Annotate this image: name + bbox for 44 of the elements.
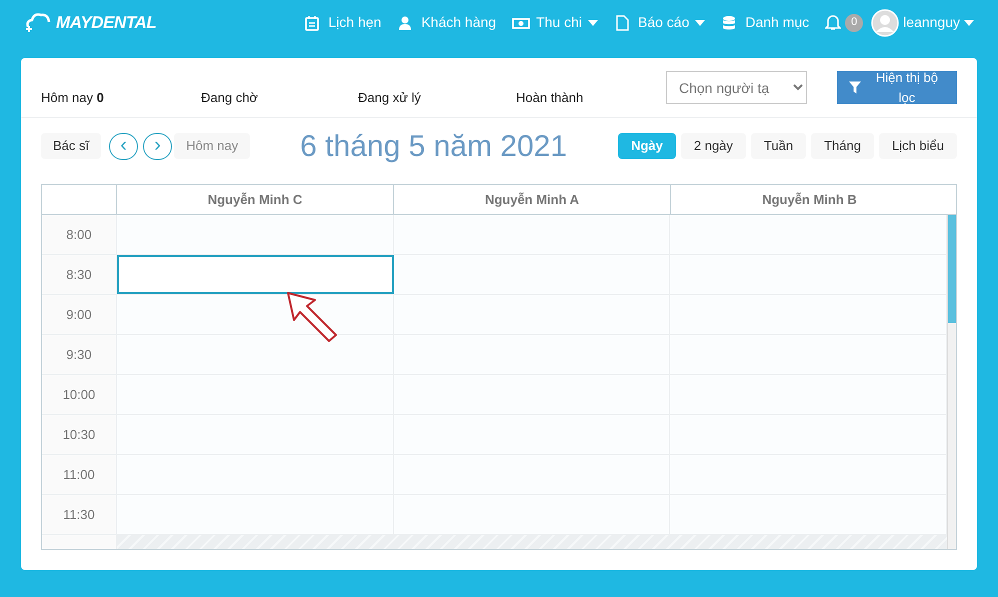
filter-icon: [848, 81, 861, 94]
pointer-arrow-icon: [285, 291, 339, 343]
nav-link[interactable]: Thu chi: [512, 12, 598, 33]
time-label: 8:30: [42, 255, 117, 294]
caret-icon: [964, 20, 974, 26]
nav-link[interactable]: Danh mục: [721, 12, 810, 33]
doctor-button[interactable]: Bác sĩ: [41, 133, 102, 159]
creator-select[interactable]: Chọn người tạ: [666, 71, 807, 104]
time-slot[interactable]: [116, 255, 394, 294]
time-label: 10:00: [42, 375, 117, 414]
user-menu[interactable]: leannguy: [871, 8, 974, 36]
status-tab[interactable]: Hoàn thành: [516, 88, 666, 108]
nav-link[interactable]: Khách hàng: [397, 12, 496, 33]
cloud-logo-icon: [24, 10, 52, 34]
next-button[interactable]: ›: [143, 132, 172, 160]
document-icon: [614, 14, 632, 30]
status-tab[interactable]: Đang xử lý: [358, 88, 516, 108]
time-label: 8:00: [42, 215, 117, 254]
today-button[interactable]: Hôm nay: [174, 133, 250, 159]
time-label: 11:00: [42, 455, 117, 494]
column-header: Nguyễn Minh A: [394, 185, 671, 214]
time-label: 11:30: [42, 495, 117, 534]
view-tab[interactable]: Tháng: [811, 133, 874, 159]
status-tab[interactable]: Đang chờ: [201, 88, 358, 108]
time-label: 9:30: [42, 335, 117, 374]
brand-logo[interactable]: MAYDENTAL: [56, 10, 156, 36]
previous-button[interactable]: ‹: [109, 132, 138, 160]
time-label: 10:30: [42, 415, 117, 454]
nav-link[interactable]: Lịch hẹn: [304, 12, 382, 33]
scrollbar[interactable]: [947, 215, 956, 549]
bell-icon[interactable]: [825, 14, 842, 31]
view-tab[interactable]: Tuần: [750, 133, 806, 159]
nav-link[interactable]: Báo cáo: [614, 12, 706, 33]
notification-count: 0: [845, 14, 864, 32]
view-tab[interactable]: Ngày: [618, 133, 676, 159]
time-label: 9:00: [42, 295, 117, 334]
filter-button[interactable]: Hiện thị bộ lọc: [836, 71, 957, 104]
date-title: 6 tháng 5 năm 2021: [300, 128, 568, 164]
column-header: Nguyễn Minh C: [117, 185, 394, 214]
status-tab[interactable]: Hôm nay 0: [41, 88, 201, 108]
avatar-icon: [871, 8, 900, 36]
view-tab[interactable]: Lịch biểu: [878, 133, 957, 159]
view-tab[interactable]: 2 ngày: [680, 133, 746, 159]
column-header: Nguyễn Minh B: [761, 190, 858, 209]
